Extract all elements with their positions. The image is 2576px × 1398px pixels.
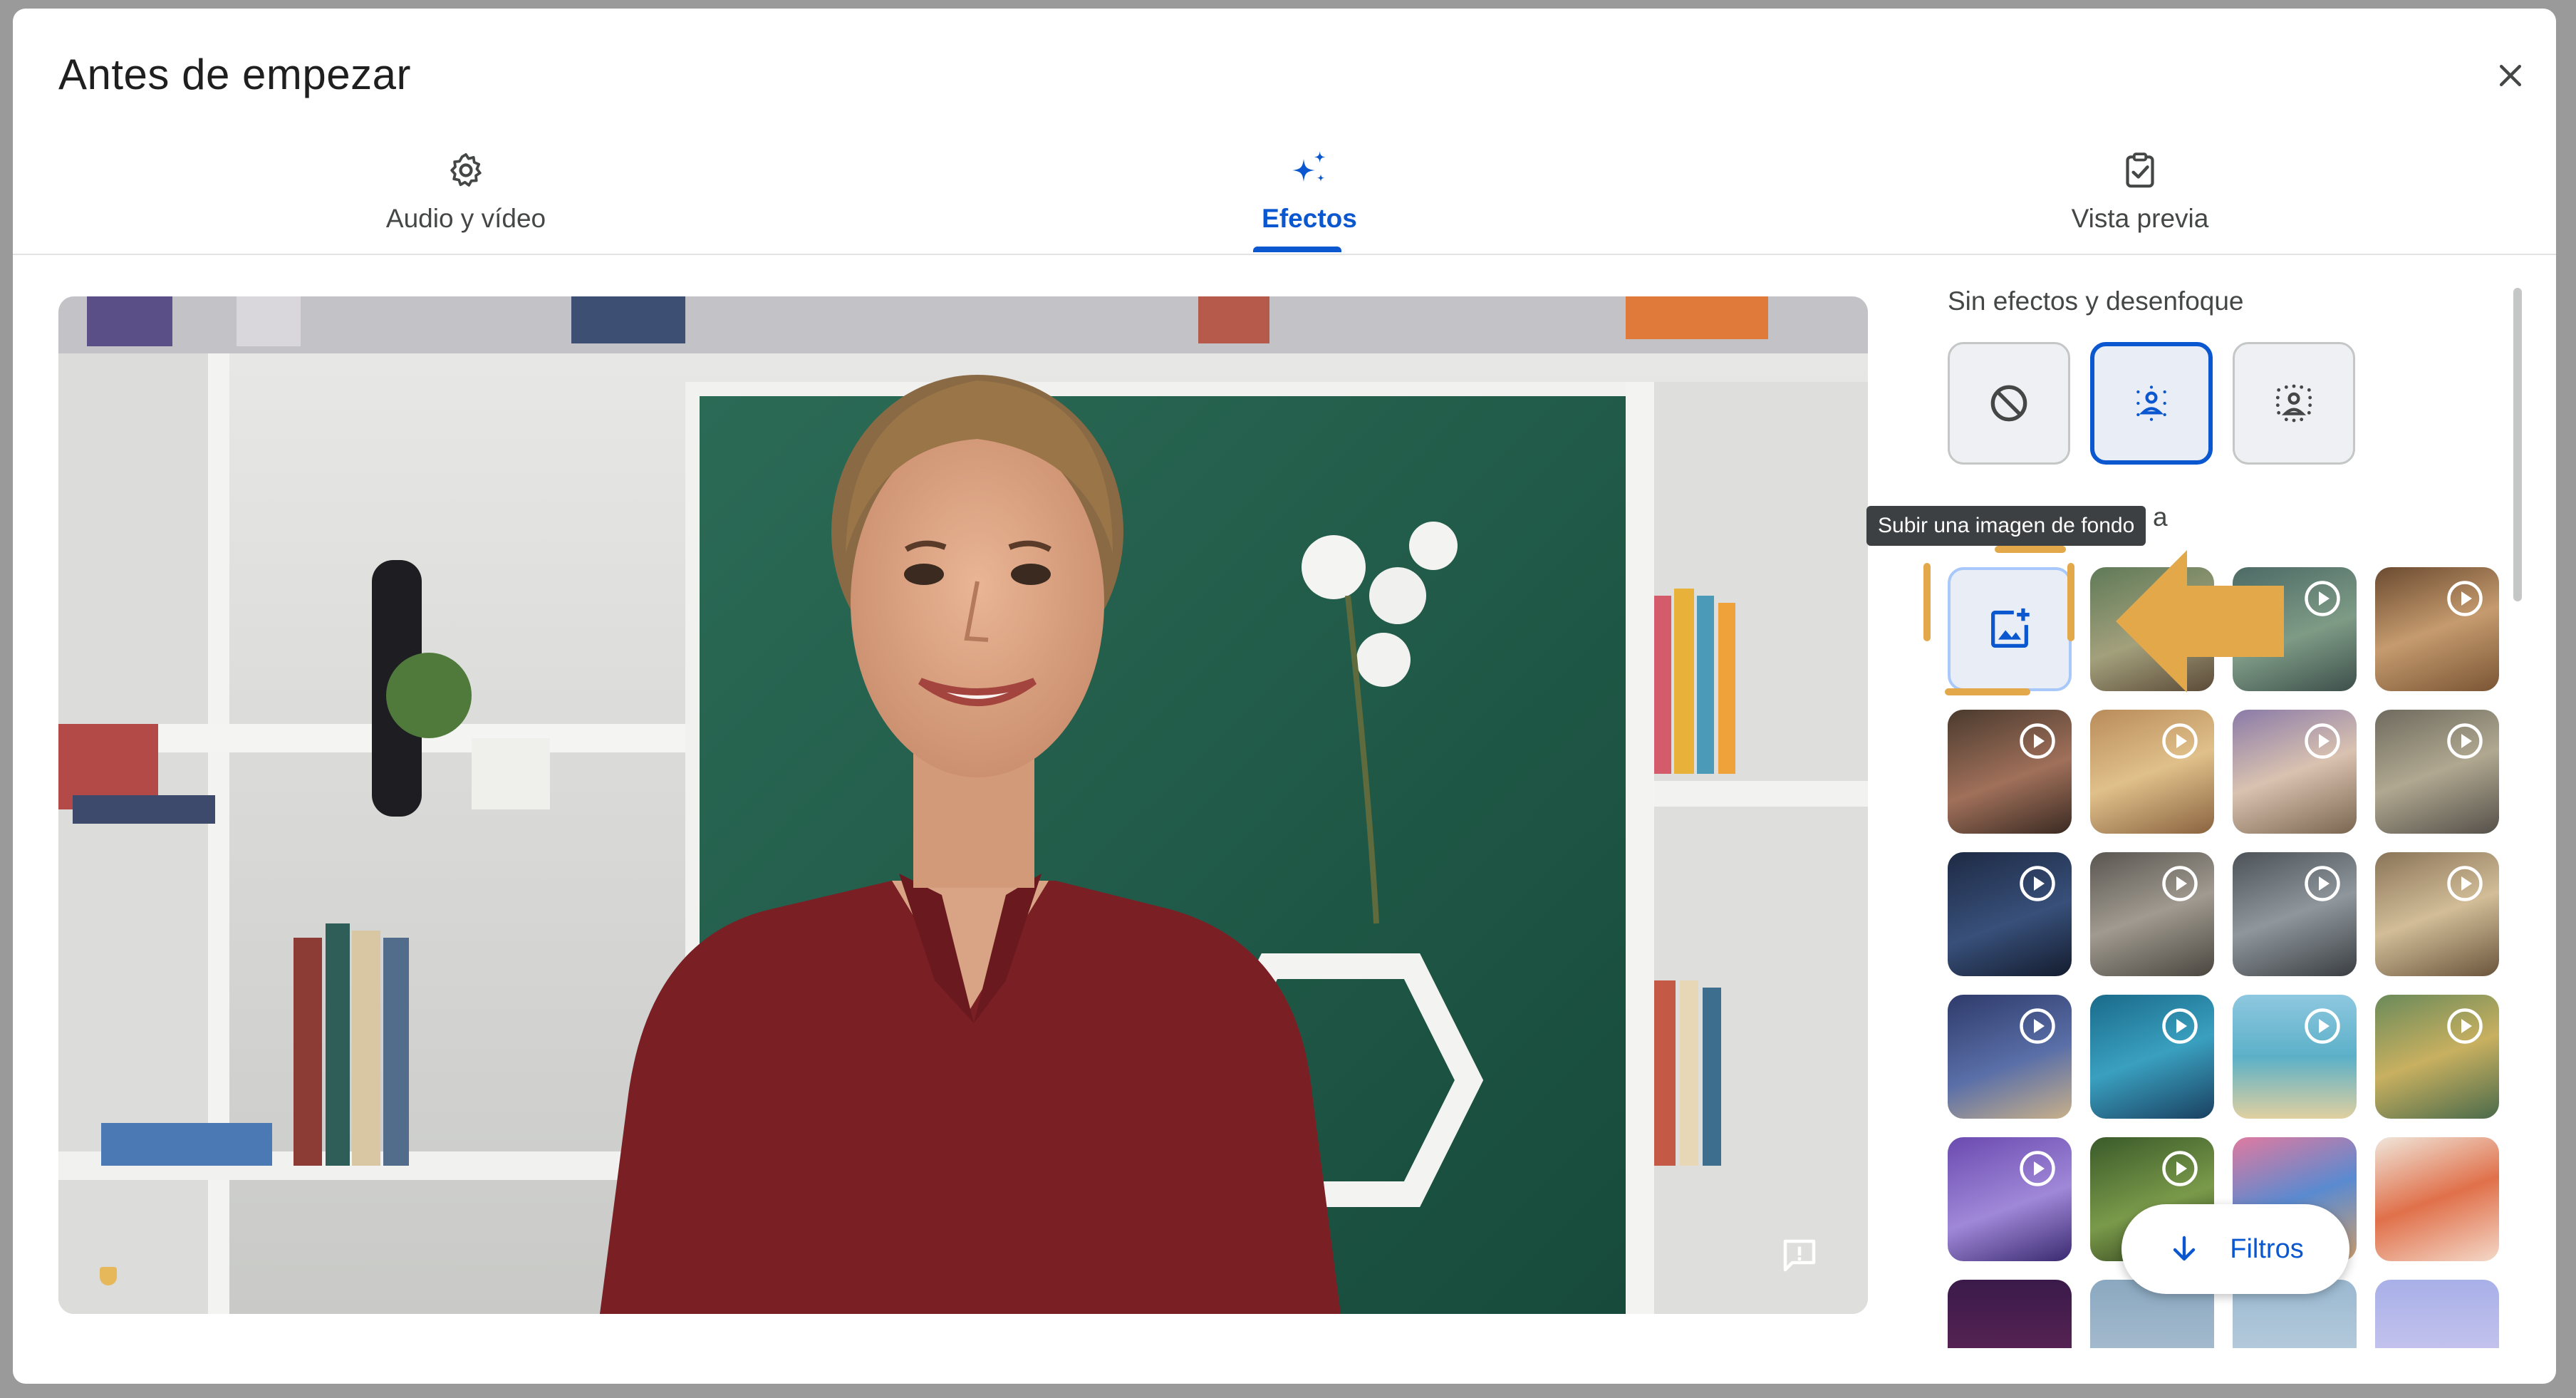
upload-tooltip: Subir una imagen de fondo: [1866, 506, 2146, 546]
person-blur-strong-icon: [2275, 384, 2312, 423]
tab-audio-video[interactable]: Audio y vídeo: [316, 137, 616, 254]
block-icon: [1990, 385, 2027, 422]
active-tab-indicator: [1253, 247, 1341, 252]
tab-bar: Audio y vídeo Efectos Vista previa: [13, 137, 2556, 255]
animated-sparkle-icon: [2162, 866, 2198, 901]
effects-panel: Sin efectos y desenfoque: [1936, 279, 2528, 1348]
highlight-bracket-top: [1995, 546, 2066, 553]
background-thumbnail[interactable]: [2233, 995, 2357, 1119]
arrow-down-icon: [2174, 1236, 2196, 1261]
animated-play-icon: [2447, 1008, 2483, 1044]
background-thumbnail[interactable]: [2375, 1137, 2499, 1261]
background-thumbnail[interactable]: [1948, 995, 2072, 1119]
report-feedback-button[interactable]: [1771, 1227, 1828, 1284]
animated-sparkle-icon: [2305, 581, 2340, 616]
annotation-arrow-icon: [2116, 550, 2284, 693]
filters-button[interactable]: Filtros: [2121, 1204, 2349, 1294]
slight-blur-button[interactable]: [2090, 342, 2213, 465]
highlight-bracket-bottom: [1945, 688, 2030, 695]
tab-label: Efectos: [1262, 204, 1357, 233]
animated-sparkle-icon: [2447, 866, 2483, 901]
tab-label: Audio y vídeo: [385, 204, 546, 233]
upload-background-button[interactable]: [1948, 567, 2072, 691]
background-thumbnail[interactable]: [2090, 852, 2214, 976]
camera-preview: [58, 296, 1868, 1314]
close-button[interactable]: [2485, 50, 2536, 101]
animated-sparkle-icon: [2020, 866, 2055, 901]
animated-play-icon: [2020, 1151, 2055, 1186]
sparkle-icon: [1292, 151, 1326, 182]
panel-scrollbar[interactable]: [2513, 288, 2522, 601]
close-icon: [2499, 64, 2522, 87]
animated-sparkle-icon: [2447, 581, 2483, 616]
tab-preview[interactable]: Vista previa: [1990, 137, 2290, 254]
before-start-dialog: Antes de empezar Audio y vídeo Efectos V…: [13, 9, 2556, 1384]
background-thumbnail[interactable]: [2375, 852, 2499, 976]
highlight-bracket-right: [2067, 563, 2074, 641]
background-thumbnail[interactable]: [1948, 710, 2072, 834]
animated-sparkle-icon: [2020, 723, 2055, 759]
background-thumbnail[interactable]: [2375, 567, 2499, 691]
background-thumbnail[interactable]: [2090, 995, 2214, 1119]
camera-feed-image: [58, 296, 1868, 1314]
background-thumbnail[interactable]: [2090, 710, 2214, 834]
background-thumbnail[interactable]: [2375, 1280, 2499, 1348]
person-blur-icon: [2136, 385, 2166, 421]
background-thumbnail[interactable]: [1948, 1280, 2072, 1348]
shield-badge-icon: [100, 1267, 117, 1285]
background-thumbnail[interactable]: [2375, 710, 2499, 834]
background-thumbnail[interactable]: [2233, 852, 2357, 976]
gear-icon: [450, 152, 482, 187]
animated-sparkle-icon: [2305, 723, 2340, 759]
background-thumbnail[interactable]: [1948, 852, 2072, 976]
feedback-icon: [1783, 1239, 1816, 1272]
tab-effects[interactable]: Efectos: [1160, 137, 1459, 254]
animated-sparkle-icon: [2305, 866, 2340, 901]
animated-play-icon: [2162, 1151, 2198, 1186]
animated-play-icon: [2020, 1008, 2055, 1044]
clipboard-check-icon: [2126, 152, 2154, 188]
blur-button[interactable]: [2233, 342, 2355, 465]
no-effect-button[interactable]: [1948, 342, 2070, 465]
background-thumbnail[interactable]: [2233, 710, 2357, 834]
animated-sparkle-icon: [2162, 723, 2198, 759]
animated-sparkle-icon: [2447, 723, 2483, 759]
animated-play-icon: [2162, 1008, 2198, 1044]
highlight-bracket-left: [1923, 563, 1931, 641]
section-title: Sin efectos y desenfoque: [1948, 286, 2244, 316]
background-thumbnail[interactable]: [1948, 1137, 2072, 1261]
animated-play-icon: [2305, 1008, 2340, 1044]
partially-hidden-text: a: [2153, 502, 2168, 532]
add-photo-icon: [1991, 608, 2030, 648]
dialog-title: Antes de empezar: [58, 51, 411, 98]
tab-label: Vista previa: [2071, 204, 2209, 233]
filters-button-label: Filtros: [2230, 1233, 2304, 1264]
background-thumbnail[interactable]: [2375, 995, 2499, 1119]
